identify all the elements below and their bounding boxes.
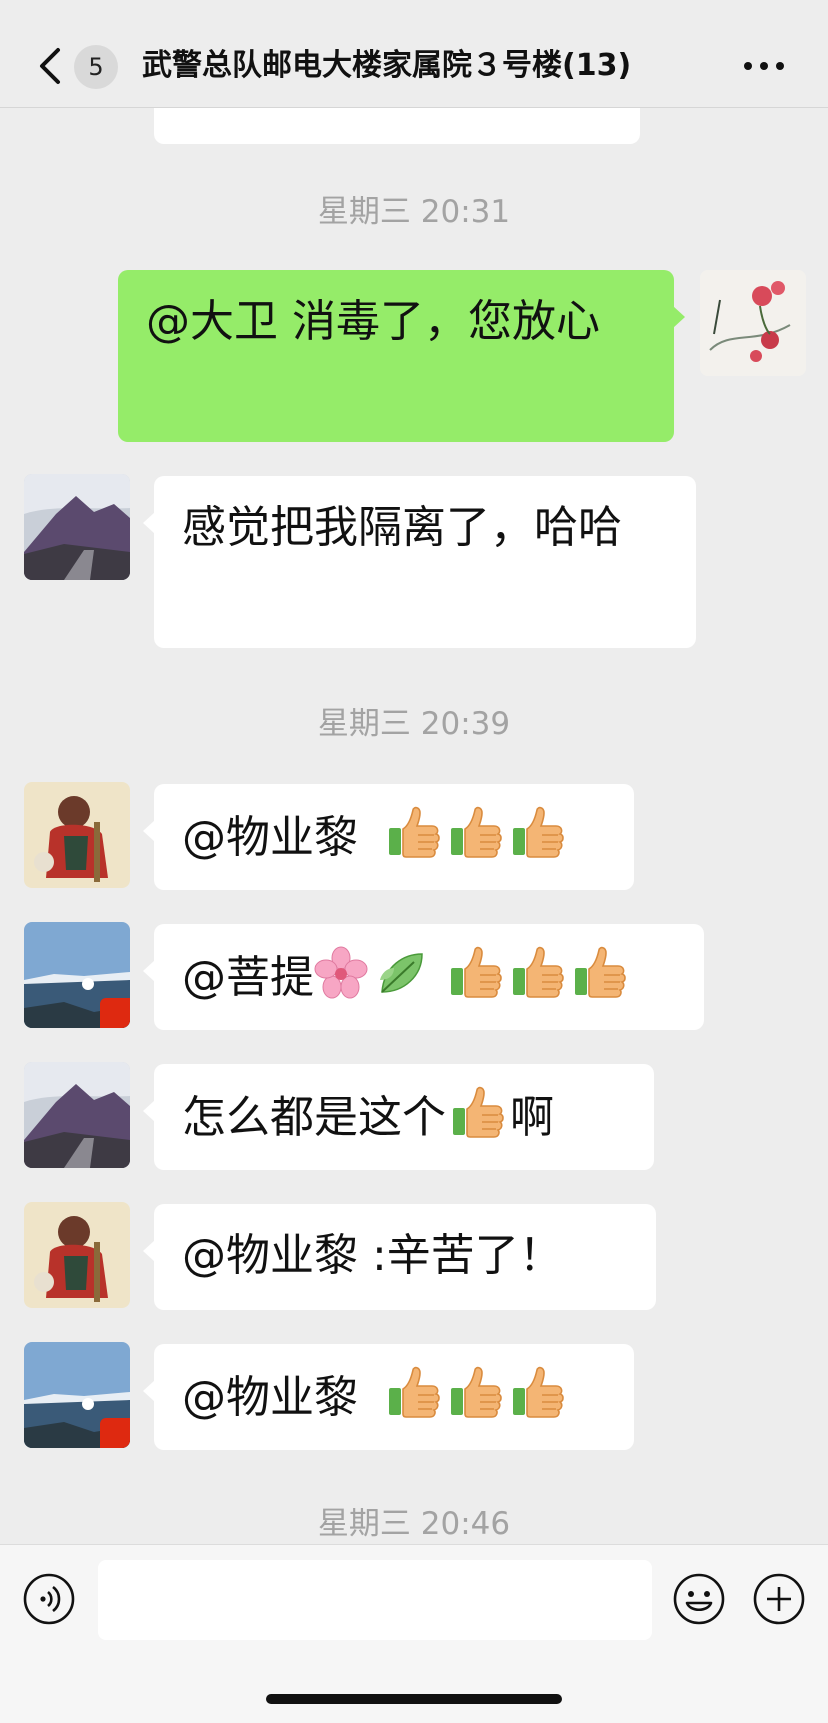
timestamp: 星期三 20:46	[317, 1506, 511, 1542]
mountain-photo-icon	[24, 474, 130, 580]
message-bubble-incoming[interactable]: 怎么都是这个 啊	[143, 1064, 654, 1170]
message-text: @物业黎 :辛苦了！	[182, 1230, 563, 1281]
message-bubble-incoming[interactable]: @菩提	[143, 924, 704, 1030]
message-bubble-incoming[interactable]: @物业黎 :辛苦了！	[143, 1204, 656, 1310]
thumbs-up-icon	[510, 804, 566, 860]
message-bubble-incoming[interactable]: @物业黎	[143, 784, 634, 890]
thumbs-up-icon	[572, 944, 628, 1000]
avatar-member[interactable]	[24, 474, 130, 580]
chevron-left-icon[interactable]	[36, 46, 62, 86]
flower-painting-icon	[700, 270, 806, 376]
timestamp: 星期三 20:39	[317, 706, 511, 742]
message-text: @大卫 消毒了，您放心	[146, 296, 600, 347]
thumbs-up-icon	[510, 944, 566, 1000]
avatar-member[interactable]	[24, 782, 130, 888]
warrior-painting-icon	[24, 1202, 130, 1308]
emoji-icon[interactable]	[672, 1572, 726, 1626]
chat-title: 武警总队邮电大楼家属院３号楼(13)	[142, 48, 632, 83]
message-text: 啊	[510, 1092, 554, 1143]
more-dots-icon[interactable]	[744, 58, 784, 74]
message-bubble-outgoing[interactable]: @大卫 消毒了，您放心	[118, 270, 685, 442]
leaf-icon	[380, 953, 423, 993]
thumbs-up-icon	[448, 1364, 504, 1420]
thumbs-up-icon	[448, 944, 504, 1000]
message-text: @物业黎	[182, 1372, 372, 1423]
unread-count-badge[interactable]: 5	[74, 45, 118, 89]
chat-header: 5 武警总队邮电大楼家属院３号楼(13)	[0, 0, 828, 108]
thumbs-up-icon	[386, 1364, 442, 1420]
message-text: @物业黎	[182, 812, 372, 863]
flag-badge	[100, 1418, 130, 1448]
message-bubble-partial	[154, 108, 640, 144]
message-input[interactable]	[98, 1560, 652, 1640]
message-text: 感觉把我隔离了，哈哈	[182, 502, 622, 553]
home-indicator	[266, 1694, 562, 1704]
thumbs-up-icon	[450, 1084, 506, 1140]
message-bubble-incoming[interactable]: 感觉把我隔离了，哈哈	[143, 476, 696, 648]
warrior-painting-icon	[24, 782, 130, 888]
avatar-self[interactable]	[700, 270, 806, 376]
thumbs-up-icon	[510, 1364, 566, 1420]
message-text: 怎么都是这个	[182, 1092, 446, 1143]
message-text: @菩提	[182, 952, 314, 1003]
avatar-member[interactable]	[24, 922, 130, 1028]
thumbs-up-icon	[448, 804, 504, 860]
avatar-member[interactable]	[24, 1202, 130, 1308]
message-bubble-incoming[interactable]: @物业黎	[143, 1344, 634, 1450]
plus-icon[interactable]	[752, 1572, 806, 1626]
flag-badge	[100, 998, 130, 1028]
thumbs-up-icon	[386, 804, 442, 860]
message-list[interactable]: 星期三 20:31 @大卫 消毒了，您放心 感觉把我隔离了，哈哈 星期三 20:…	[0, 108, 828, 1544]
cherry-blossom-icon	[314, 946, 368, 999]
mountain-photo-icon	[24, 1062, 130, 1168]
voice-icon[interactable]	[22, 1572, 76, 1626]
timestamp: 星期三 20:31	[317, 194, 511, 230]
avatar-member[interactable]	[24, 1062, 130, 1168]
avatar-member[interactable]	[24, 1342, 130, 1448]
